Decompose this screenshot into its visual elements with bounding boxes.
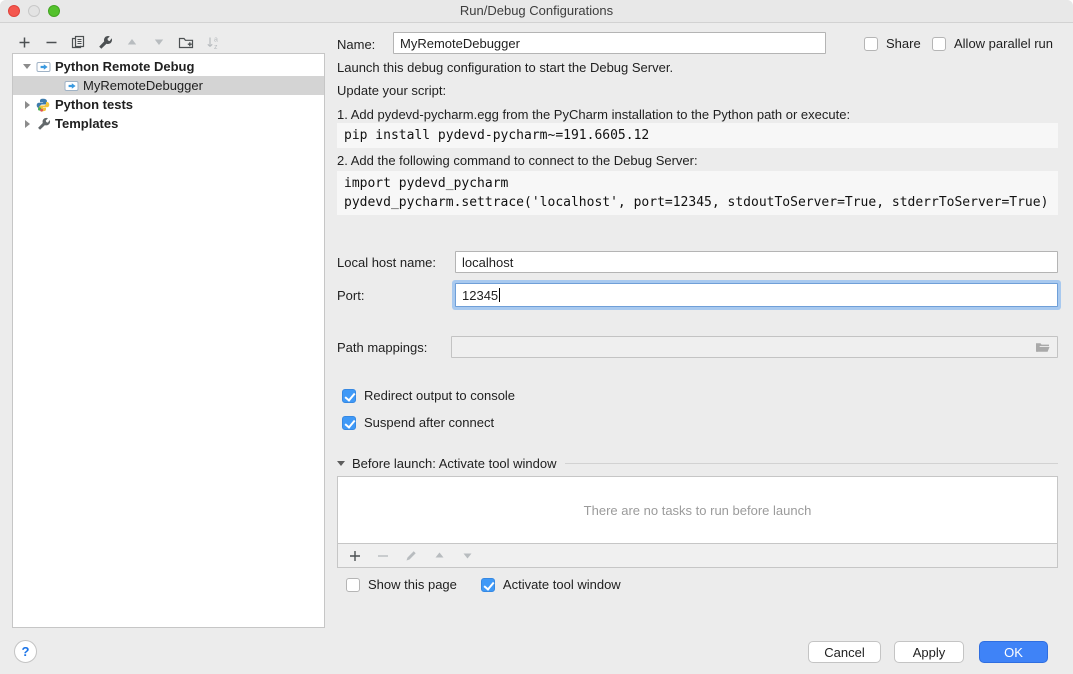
tree-item-python-tests[interactable]: Python tests [13,95,324,114]
ok-button[interactable]: OK [979,641,1048,663]
allow-parallel-run-checkbox[interactable]: Allow parallel run [932,36,1053,51]
help-button[interactable]: ? [14,640,37,663]
before-launch-section-header[interactable]: Before launch: Activate tool window [337,456,1058,471]
before-launch-task-list: There are no tasks to run before launch [337,476,1058,568]
checkbox-box[interactable] [864,37,878,51]
tree-item-templates[interactable]: Templates [13,114,324,133]
port-label: Port: [337,288,364,303]
before-launch-empty-area: There are no tasks to run before launch [338,477,1057,543]
before-launch-toolbar [338,543,1057,567]
edit-templates-icon[interactable] [97,34,113,50]
name-label: Name: [337,37,375,52]
tree-item-label: MyRemoteDebugger [83,78,203,93]
close-window-button[interactable] [8,5,20,17]
traffic-lights [8,5,60,17]
move-task-up-icon [431,548,447,564]
share-checkbox[interactable]: Share [864,36,921,51]
before-launch-title: Before launch: Activate tool window [352,456,557,471]
move-down-icon [151,34,167,50]
tree-item-python-remote-debug[interactable]: Python Remote Debug [13,57,324,76]
configurations-toolbar: az [16,31,221,53]
svg-text:a: a [214,36,218,43]
section-divider [565,463,1058,464]
checkbox-box[interactable] [346,578,360,592]
configurations-tree: Python Remote Debug MyRemoteDebugger Pyt… [12,53,325,628]
python-icon [35,97,51,112]
apply-button[interactable]: Apply [894,641,964,663]
minimize-window-button[interactable] [28,5,40,17]
checkbox-box[interactable] [342,389,356,403]
before-launch-empty-text: There are no tasks to run before launch [584,503,812,518]
checkbox-box[interactable] [932,37,946,51]
tree-item-label: Python Remote Debug [55,59,194,74]
intro-text: Launch this debug configuration to start… [337,60,673,75]
add-configuration-icon[interactable] [16,34,32,50]
run-config-icon [63,78,79,93]
settrace-code-line2: pydevd_pycharm.settrace('localhost', por… [344,195,1048,210]
redirect-output-checkbox[interactable]: Redirect output to console [342,388,515,403]
new-folder-icon[interactable] [178,34,194,50]
browse-folder-icon[interactable] [1035,341,1051,354]
update-script-text: Update your script: [337,83,446,98]
run-debug-configurations-dialog: Run/Debug Configurations az Python Remot… [0,0,1073,674]
pip-install-code: pip install pydevd-pycharm~=191.6605.12 [337,123,1058,148]
share-label: Share [886,36,921,51]
redirect-output-label: Redirect output to console [364,388,515,403]
show-this-page-label: Show this page [368,577,457,592]
edit-task-icon [403,548,419,564]
remove-configuration-icon[interactable] [43,34,59,50]
tree-item-myremotedebugger[interactable]: MyRemoteDebugger [13,76,324,95]
run-config-icon [35,59,51,74]
checkbox-box[interactable] [342,416,356,430]
wrench-icon [35,116,51,131]
port-input[interactable]: 12345 [455,283,1058,307]
path-mappings-label: Path mappings: [337,340,427,355]
suspend-after-connect-label: Suspend after connect [364,415,494,430]
path-mappings-input[interactable] [451,336,1058,358]
sort-alphabetically-icon: az [205,34,221,50]
tree-item-label: Python tests [55,97,133,112]
move-task-down-icon [459,548,475,564]
chevron-right-icon[interactable] [19,120,35,128]
chevron-down-icon[interactable] [337,461,345,466]
settrace-code: import pydevd_pycharm pydevd_pycharm.set… [337,171,1058,215]
chevron-down-icon[interactable] [19,64,35,69]
svg-text:z: z [214,44,218,50]
window-title: Run/Debug Configurations [0,0,1073,22]
suspend-after-connect-checkbox[interactable]: Suspend after connect [342,415,494,430]
remove-task-icon [375,548,391,564]
local-host-name-input[interactable]: localhost [455,251,1058,273]
copy-configuration-icon[interactable] [70,34,86,50]
move-up-icon [124,34,140,50]
step1-text: 1. Add pydevd-pycharm.egg from the PyCha… [337,107,850,122]
activate-tool-window-label: Activate tool window [503,577,621,592]
activate-tool-window-checkbox[interactable] [481,578,495,592]
tree-item-label: Templates [55,116,118,131]
show-this-page-checkbox[interactable]: Show this page Activate tool window [346,577,621,592]
allow-parallel-run-label: Allow parallel run [954,36,1053,51]
title-bar: Run/Debug Configurations [0,0,1073,23]
zoom-window-button[interactable] [48,5,60,17]
cancel-button[interactable]: Cancel [808,641,881,663]
chevron-right-icon[interactable] [19,101,35,109]
name-input[interactable]: MyRemoteDebugger [393,32,826,54]
add-task-icon[interactable] [347,548,363,564]
settrace-code-line1: import pydevd_pycharm [344,176,508,191]
local-host-name-label: Local host name: [337,255,436,270]
text-cursor [499,288,500,302]
step2-text: 2. Add the following command to connect … [337,153,698,168]
